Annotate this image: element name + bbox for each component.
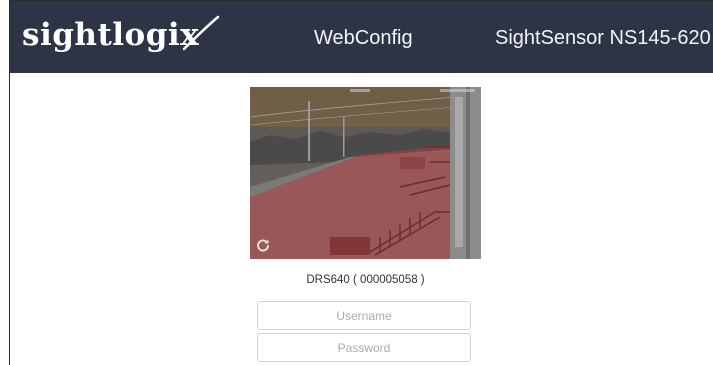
username-input[interactable] bbox=[257, 301, 471, 330]
device-label: DRS640 ( 000005058 ) bbox=[306, 274, 425, 286]
logo-swoosh-icon bbox=[182, 15, 220, 51]
frame-top-border bbox=[9, 0, 713, 1]
top-header-bar: sightlogix WebConfig SightSensor NS145-6… bbox=[10, 0, 713, 73]
sightlogix-logo[interactable]: sightlogix bbox=[22, 15, 220, 53]
nav-webconfig[interactable]: WebConfig bbox=[314, 27, 413, 50]
camera-thumbnail[interactable] bbox=[250, 87, 481, 259]
password-input[interactable] bbox=[257, 333, 471, 362]
frame-left-border bbox=[9, 0, 10, 365]
refresh-icon[interactable] bbox=[256, 238, 270, 252]
logo-text: sightlogix bbox=[22, 17, 200, 53]
product-name: SightSensor NS145-620 bbox=[495, 27, 711, 49]
camera-scene-image bbox=[250, 87, 481, 259]
page: sightlogix WebConfig SightSensor NS145-6… bbox=[0, 0, 713, 365]
